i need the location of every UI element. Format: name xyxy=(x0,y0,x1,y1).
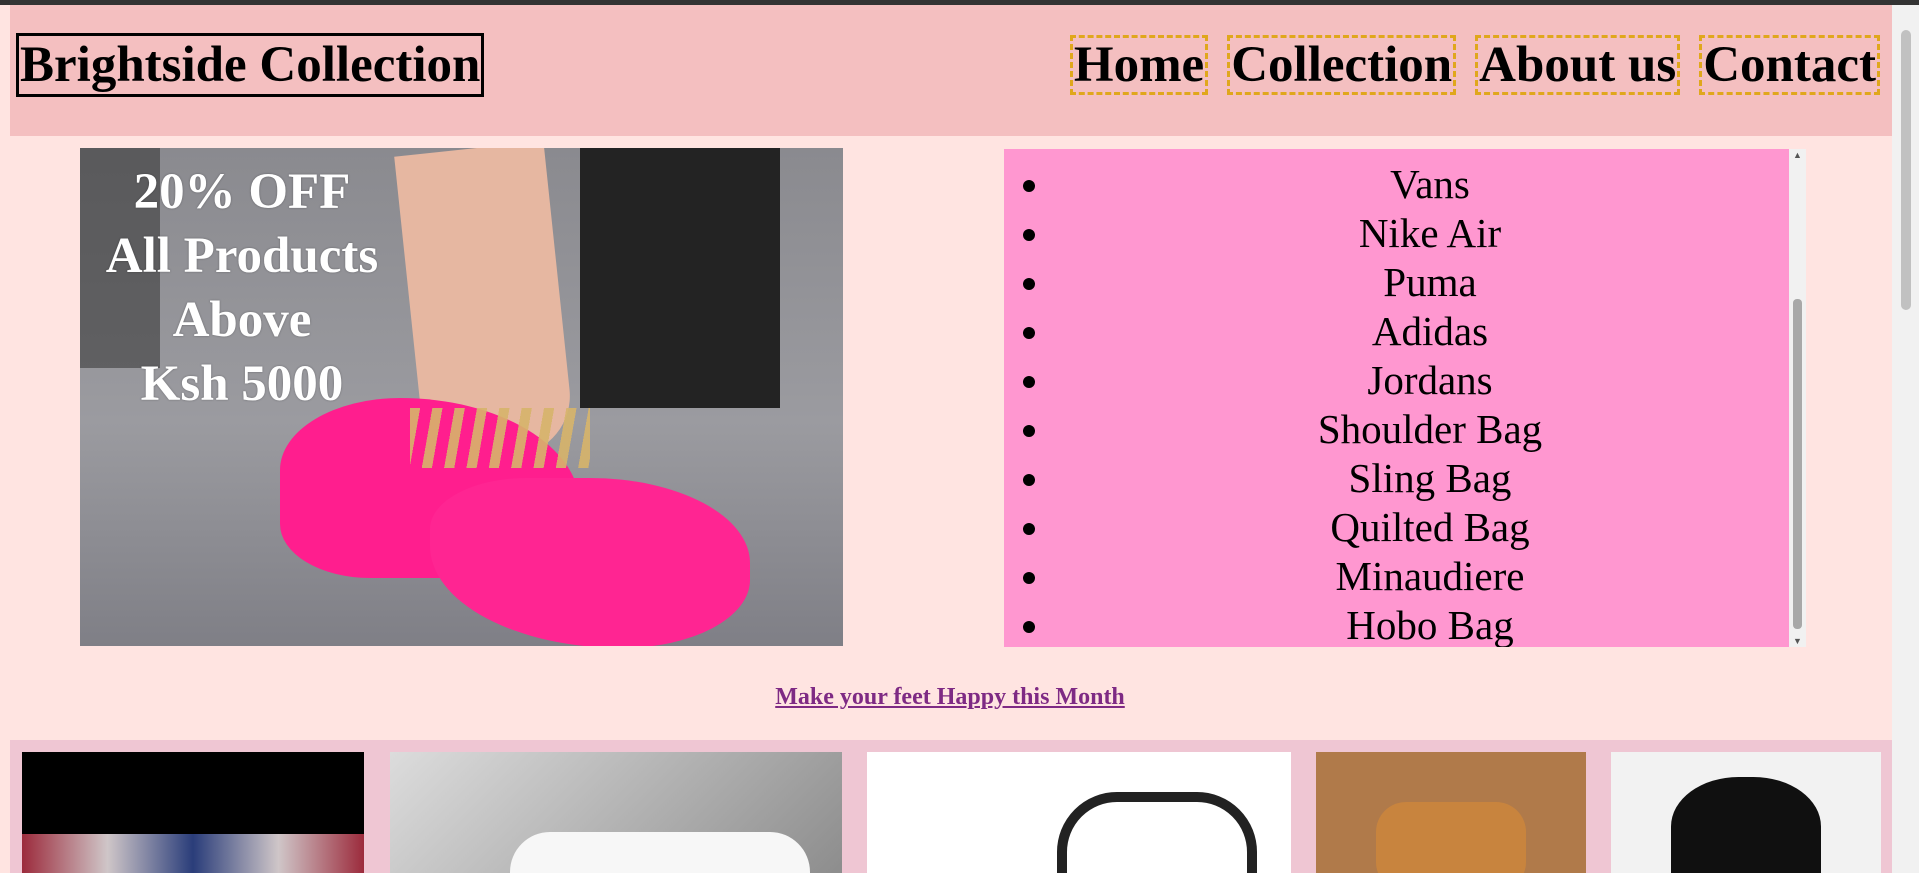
scroll-up-icon[interactable]: ▲ xyxy=(1793,150,1802,160)
hero-bg-pillar xyxy=(580,148,780,408)
product-image xyxy=(1671,777,1821,873)
hero-spikes xyxy=(410,408,590,468)
nav-contact[interactable]: Contact xyxy=(1699,35,1880,95)
brand-list: Vans Nike Air Puma Adidas Jordans Should… xyxy=(1004,149,1806,647)
list-item: Minaudiere xyxy=(1054,552,1806,601)
product-image xyxy=(22,834,364,873)
nav-about-us[interactable]: About us xyxy=(1475,35,1681,95)
scroll-down-icon[interactable]: ▼ xyxy=(1793,636,1802,646)
page-scroll-thumb[interactable] xyxy=(1901,30,1911,310)
tagline-link[interactable]: Make your feet Happy this Month xyxy=(775,684,1125,710)
list-item: Quilted Bag xyxy=(1054,503,1806,552)
list-scroll-thumb[interactable] xyxy=(1793,299,1802,629)
product-image xyxy=(1057,792,1257,873)
tagline: Make your feet Happy this Month xyxy=(0,684,1900,711)
hero-banner: 20% OFF All Products Above Ksh 5000 xyxy=(80,148,843,646)
product-gallery xyxy=(10,740,1892,873)
promo-line-2: All Products xyxy=(105,228,379,284)
product-tile[interactable] xyxy=(1316,752,1586,873)
hero-image: 20% OFF All Products Above Ksh 5000 xyxy=(80,148,843,646)
product-tile[interactable] xyxy=(390,752,842,873)
list-item: Sling Bag xyxy=(1054,454,1806,503)
site-header: Brightside Collection Home Collection Ab… xyxy=(10,5,1892,136)
list-item: Nike Air xyxy=(1054,209,1806,258)
list-item: Vans xyxy=(1054,160,1806,209)
product-tile[interactable] xyxy=(867,752,1291,873)
hero-shoe-right xyxy=(430,478,750,646)
list-item: Hobo Bag xyxy=(1054,601,1806,647)
list-item: Jordans xyxy=(1054,356,1806,405)
product-image xyxy=(1376,802,1526,873)
product-tile[interactable] xyxy=(22,752,364,873)
list-item: Shoulder Bag xyxy=(1054,405,1806,454)
list-item: Adidas xyxy=(1054,307,1806,356)
promo-line-4: Ksh 5000 xyxy=(140,356,344,412)
nav-collection[interactable]: Collection xyxy=(1227,35,1457,95)
site-brand-logo[interactable]: Brightside Collection xyxy=(16,33,485,97)
promo-line-3: Above xyxy=(172,292,312,348)
nav-home[interactable]: Home xyxy=(1069,35,1209,95)
promo-line-1: 20% OFF xyxy=(133,164,351,220)
brand-list-panel[interactable]: Vans Nike Air Puma Adidas Jordans Should… xyxy=(1004,149,1806,647)
list-scrollbar[interactable]: ▲ ▼ xyxy=(1789,149,1806,647)
main-nav: Home Collection About us Contact xyxy=(1069,35,1880,95)
product-image xyxy=(510,832,810,873)
product-tile[interactable] xyxy=(1611,752,1881,873)
promo-text: 20% OFF All Products Above Ksh 5000 xyxy=(92,160,392,416)
list-item: Puma xyxy=(1054,258,1806,307)
page-scrollbar[interactable]: ▲ xyxy=(1892,5,1919,873)
